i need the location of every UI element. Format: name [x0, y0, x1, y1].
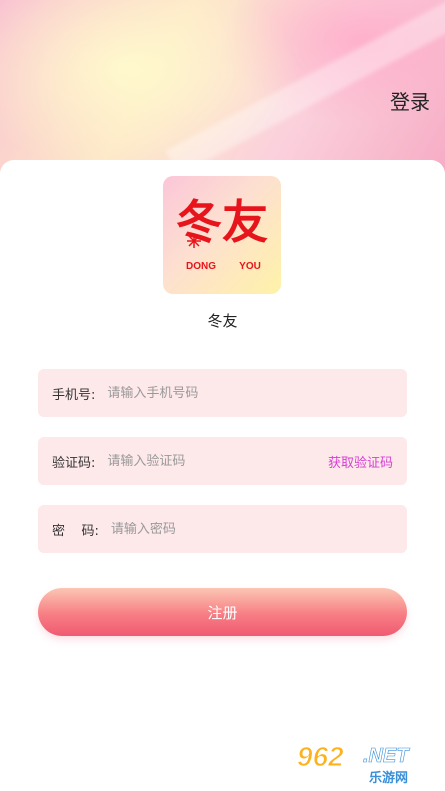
code-label: 验证码: [52, 455, 96, 471]
login-link[interactable]: 登录 [390, 86, 430, 115]
logo-sub-left: DONG [186, 261, 216, 272]
watermark-suffix: .NET [363, 745, 409, 768]
snowflake-icon [187, 234, 201, 248]
password-input[interactable] [110, 521, 407, 537]
phone-input[interactable] [107, 385, 407, 401]
watermark-subtitle: 乐游网 [367, 767, 411, 786]
code-field: 验证码: 获取验证码 [38, 437, 407, 485]
app-name: 冬友 [207, 312, 238, 330]
phone-field: 手机号: [38, 369, 407, 417]
password-field: 密 码: [38, 505, 407, 553]
password-label: 密 码: [52, 523, 99, 539]
code-input[interactable] [107, 453, 328, 469]
get-code-button[interactable]: 获取验证码 [328, 452, 393, 471]
phone-label: 手机号: [52, 387, 96, 403]
logo-sub-right: YOU [239, 261, 261, 272]
app-logo: 冬友 DONG YOU [163, 176, 281, 294]
watermark-number: 962 [297, 741, 345, 773]
site-watermark: 962 .NET 乐游网 [297, 741, 437, 786]
register-button[interactable]: 注册 [38, 588, 407, 636]
